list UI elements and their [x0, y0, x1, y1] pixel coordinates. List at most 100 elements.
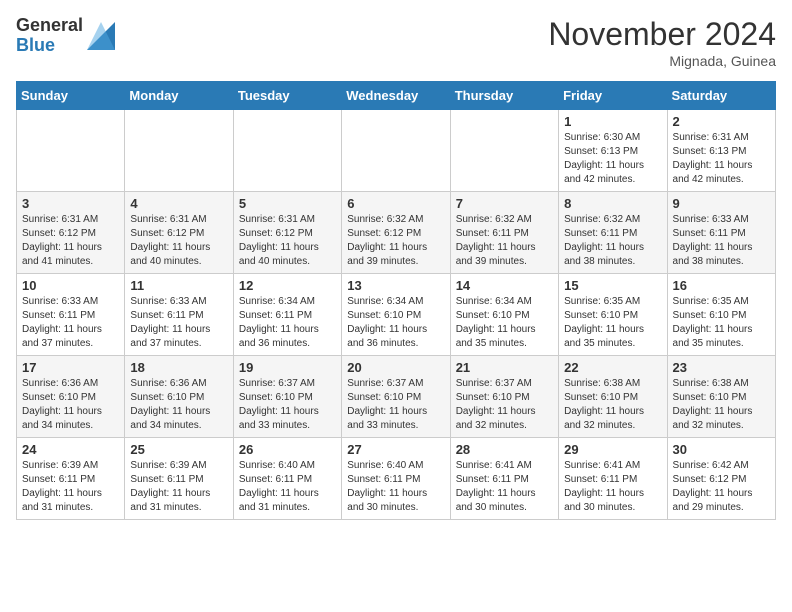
day-number: 4 — [130, 196, 227, 211]
day-number: 8 — [564, 196, 661, 211]
calendar-cell: 3 Sunrise: 6:31 AM Sunset: 6:12 PM Daylig… — [17, 192, 125, 274]
calendar-cell — [450, 110, 558, 192]
day-number: 10 — [22, 278, 119, 293]
calendar-cell: 30 Sunrise: 6:42 AM Sunset: 6:12 PM Dayli… — [667, 438, 775, 520]
calendar-cell — [342, 110, 450, 192]
calendar-cell: 13 Sunrise: 6:34 AM Sunset: 6:10 PM Dayli… — [342, 274, 450, 356]
weekday-header-wednesday: Wednesday — [342, 82, 450, 110]
day-info: Sunrise: 6:37 AM Sunset: 6:10 PM Dayligh… — [347, 377, 444, 433]
day-number: 19 — [239, 360, 336, 375]
week-row-5: 24 Sunrise: 6:39 AM Sunset: 6:11 PM Dayli… — [17, 438, 776, 520]
day-number: 24 — [22, 442, 119, 457]
day-info: Sunrise: 6:36 AM Sunset: 6:10 PM Dayligh… — [130, 377, 227, 433]
weekday-header-saturday: Saturday — [667, 82, 775, 110]
day-info: Sunrise: 6:31 AM Sunset: 6:12 PM Dayligh… — [130, 213, 227, 269]
day-info: Sunrise: 6:35 AM Sunset: 6:10 PM Dayligh… — [673, 295, 770, 351]
logo: General Blue — [16, 16, 115, 56]
logo-blue: Blue — [16, 36, 83, 56]
calendar-cell: 2Sunrise: 6:31 AM Sunset: 6:13 PM Daylig… — [667, 110, 775, 192]
week-row-2: 3 Sunrise: 6:31 AM Sunset: 6:12 PM Daylig… — [17, 192, 776, 274]
title-block: November 2024 Mignada, Guinea — [548, 16, 776, 69]
calendar-cell: 9 Sunrise: 6:33 AM Sunset: 6:11 PM Daylig… — [667, 192, 775, 274]
day-number: 25 — [130, 442, 227, 457]
calendar-cell: 14 Sunrise: 6:34 AM Sunset: 6:10 PM Dayli… — [450, 274, 558, 356]
day-number: 3 — [22, 196, 119, 211]
day-number: 20 — [347, 360, 444, 375]
day-number: 6 — [347, 196, 444, 211]
calendar-cell — [125, 110, 233, 192]
logo-icon — [87, 22, 115, 50]
day-number: 5 — [239, 196, 336, 211]
day-number: 26 — [239, 442, 336, 457]
calendar-cell: 16 Sunrise: 6:35 AM Sunset: 6:10 PM Dayli… — [667, 274, 775, 356]
weekday-header-sunday: Sunday — [17, 82, 125, 110]
calendar-cell: 18 Sunrise: 6:36 AM Sunset: 6:10 PM Dayli… — [125, 356, 233, 438]
page-header: General Blue November 2024 Mignada, Guin… — [16, 16, 776, 69]
day-info: Sunrise: 6:42 AM Sunset: 6:12 PM Dayligh… — [673, 459, 770, 515]
month-title: November 2024 — [548, 16, 776, 53]
weekday-header-row: SundayMondayTuesdayWednesdayThursdayFrid… — [17, 82, 776, 110]
calendar-cell: 5 Sunrise: 6:31 AM Sunset: 6:12 PM Daylig… — [233, 192, 341, 274]
calendar-cell: 4 Sunrise: 6:31 AM Sunset: 6:12 PM Daylig… — [125, 192, 233, 274]
calendar-cell: 23 Sunrise: 6:38 AM Sunset: 6:10 PM Dayli… — [667, 356, 775, 438]
day-number: 29 — [564, 442, 661, 457]
day-number: 28 — [456, 442, 553, 457]
day-number: 1 — [564, 114, 661, 129]
day-info: Sunrise: 6:41 AM Sunset: 6:11 PM Dayligh… — [564, 459, 661, 515]
day-info: Sunrise: 6:37 AM Sunset: 6:10 PM Dayligh… — [456, 377, 553, 433]
day-info: Sunrise: 6:31 AM Sunset: 6:12 PM Dayligh… — [22, 213, 119, 269]
day-info: Sunrise: 6:30 AM Sunset: 6:13 PM Dayligh… — [564, 131, 661, 187]
day-number: 2 — [673, 114, 770, 129]
day-number: 23 — [673, 360, 770, 375]
day-info: Sunrise: 6:33 AM Sunset: 6:11 PM Dayligh… — [673, 213, 770, 269]
week-row-1: 1 Sunrise: 6:30 AM Sunset: 6:13 PM Daylig… — [17, 110, 776, 192]
calendar-cell: 8 Sunrise: 6:32 AM Sunset: 6:11 PM Daylig… — [559, 192, 667, 274]
day-number: 17 — [22, 360, 119, 375]
day-info: Sunrise: 6:34 AM Sunset: 6:10 PM Dayligh… — [456, 295, 553, 351]
day-info: Sunrise: 6:35 AM Sunset: 6:10 PM Dayligh… — [564, 295, 661, 351]
day-number: 12 — [239, 278, 336, 293]
weekday-header-tuesday: Tuesday — [233, 82, 341, 110]
calendar-table: SundayMondayTuesdayWednesdayThursdayFrid… — [16, 81, 776, 520]
weekday-header-friday: Friday — [559, 82, 667, 110]
day-info: Sunrise: 6:38 AM Sunset: 6:10 PM Dayligh… — [673, 377, 770, 433]
day-info: Sunrise: 6:38 AM Sunset: 6:10 PM Dayligh… — [564, 377, 661, 433]
day-number: 27 — [347, 442, 444, 457]
day-info: Sunrise: 6:37 AM Sunset: 6:10 PM Dayligh… — [239, 377, 336, 433]
day-number: 22 — [564, 360, 661, 375]
day-number: 21 — [456, 360, 553, 375]
weekday-header-thursday: Thursday — [450, 82, 558, 110]
calendar-cell: 6Sunrise: 6:32 AM Sunset: 6:12 PM Daylig… — [342, 192, 450, 274]
calendar-cell: 22 Sunrise: 6:38 AM Sunset: 6:10 PM Dayli… — [559, 356, 667, 438]
calendar-cell — [17, 110, 125, 192]
day-number: 16 — [673, 278, 770, 293]
day-info: Sunrise: 6:33 AM Sunset: 6:11 PM Dayligh… — [130, 295, 227, 351]
calendar-cell: 24 Sunrise: 6:39 AM Sunset: 6:11 PM Dayli… — [17, 438, 125, 520]
day-info: Sunrise: 6:40 AM Sunset: 6:11 PM Dayligh… — [239, 459, 336, 515]
day-number: 14 — [456, 278, 553, 293]
calendar-cell: 7Sunrise: 6:32 AM Sunset: 6:11 PM Daylig… — [450, 192, 558, 274]
day-number: 18 — [130, 360, 227, 375]
day-info: Sunrise: 6:34 AM Sunset: 6:10 PM Dayligh… — [347, 295, 444, 351]
day-number: 11 — [130, 278, 227, 293]
day-number: 30 — [673, 442, 770, 457]
calendar-cell: 17 Sunrise: 6:36 AM Sunset: 6:10 PM Dayli… — [17, 356, 125, 438]
day-number: 13 — [347, 278, 444, 293]
day-info: Sunrise: 6:32 AM Sunset: 6:11 PM Dayligh… — [564, 213, 661, 269]
week-row-4: 17 Sunrise: 6:36 AM Sunset: 6:10 PM Dayli… — [17, 356, 776, 438]
calendar-cell: 12Sunrise: 6:34 AM Sunset: 6:11 PM Dayli… — [233, 274, 341, 356]
day-number: 9 — [673, 196, 770, 211]
calendar-cell: 29 Sunrise: 6:41 AM Sunset: 6:11 PM Dayli… — [559, 438, 667, 520]
day-info: Sunrise: 6:36 AM Sunset: 6:10 PM Dayligh… — [22, 377, 119, 433]
day-info: Sunrise: 6:39 AM Sunset: 6:11 PM Dayligh… — [22, 459, 119, 515]
day-info: Sunrise: 6:41 AM Sunset: 6:11 PM Dayligh… — [456, 459, 553, 515]
day-info: Sunrise: 6:31 AM Sunset: 6:12 PM Dayligh… — [239, 213, 336, 269]
day-info: Sunrise: 6:40 AM Sunset: 6:11 PM Dayligh… — [347, 459, 444, 515]
calendar-cell — [233, 110, 341, 192]
day-info: Sunrise: 6:39 AM Sunset: 6:11 PM Dayligh… — [130, 459, 227, 515]
calendar-cell: 1 Sunrise: 6:30 AM Sunset: 6:13 PM Daylig… — [559, 110, 667, 192]
week-row-3: 10 Sunrise: 6:33 AM Sunset: 6:11 PM Dayli… — [17, 274, 776, 356]
calendar-cell: 19 Sunrise: 6:37 AM Sunset: 6:10 PM Dayli… — [233, 356, 341, 438]
logo-text: General Blue — [16, 16, 83, 56]
calendar-cell: 26 Sunrise: 6:40 AM Sunset: 6:11 PM Dayli… — [233, 438, 341, 520]
